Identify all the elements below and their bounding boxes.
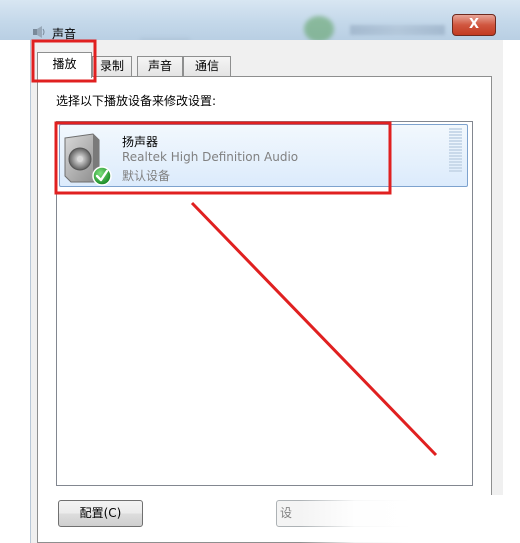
tab-label: 播放 xyxy=(52,57,77,71)
tab-sounds[interactable]: 声音 xyxy=(137,56,183,76)
speaker-icon xyxy=(64,133,112,186)
set-default-button[interactable]: 设 xyxy=(276,500,436,527)
tab-label: 通信 xyxy=(194,59,219,73)
device-description: Realtek High Definition Audio xyxy=(122,150,299,164)
default-check-icon xyxy=(92,166,112,186)
volume-level-meter xyxy=(449,128,462,173)
instruction-text: 选择以下播放设备来修改设置: xyxy=(56,94,217,108)
blurred-background-text xyxy=(350,25,445,35)
close-button[interactable]: X xyxy=(452,14,496,36)
tab-label: 声音 xyxy=(147,59,172,73)
configure-button[interactable]: 配置(C) xyxy=(58,500,143,527)
window-title-bar: 声音 X xyxy=(0,0,520,46)
tab-playback[interactable]: 播放 xyxy=(37,52,92,78)
blurred-taskbar-icon xyxy=(304,16,334,42)
device-name: 扬声器 xyxy=(122,135,159,149)
tab-communications[interactable]: 通信 xyxy=(183,56,231,76)
close-icon: X xyxy=(468,17,480,32)
tab-recording[interactable]: 录制 xyxy=(92,56,132,76)
tab-label: 录制 xyxy=(99,59,124,73)
device-status: 默认设备 xyxy=(122,169,171,183)
sound-app-icon xyxy=(33,26,45,38)
